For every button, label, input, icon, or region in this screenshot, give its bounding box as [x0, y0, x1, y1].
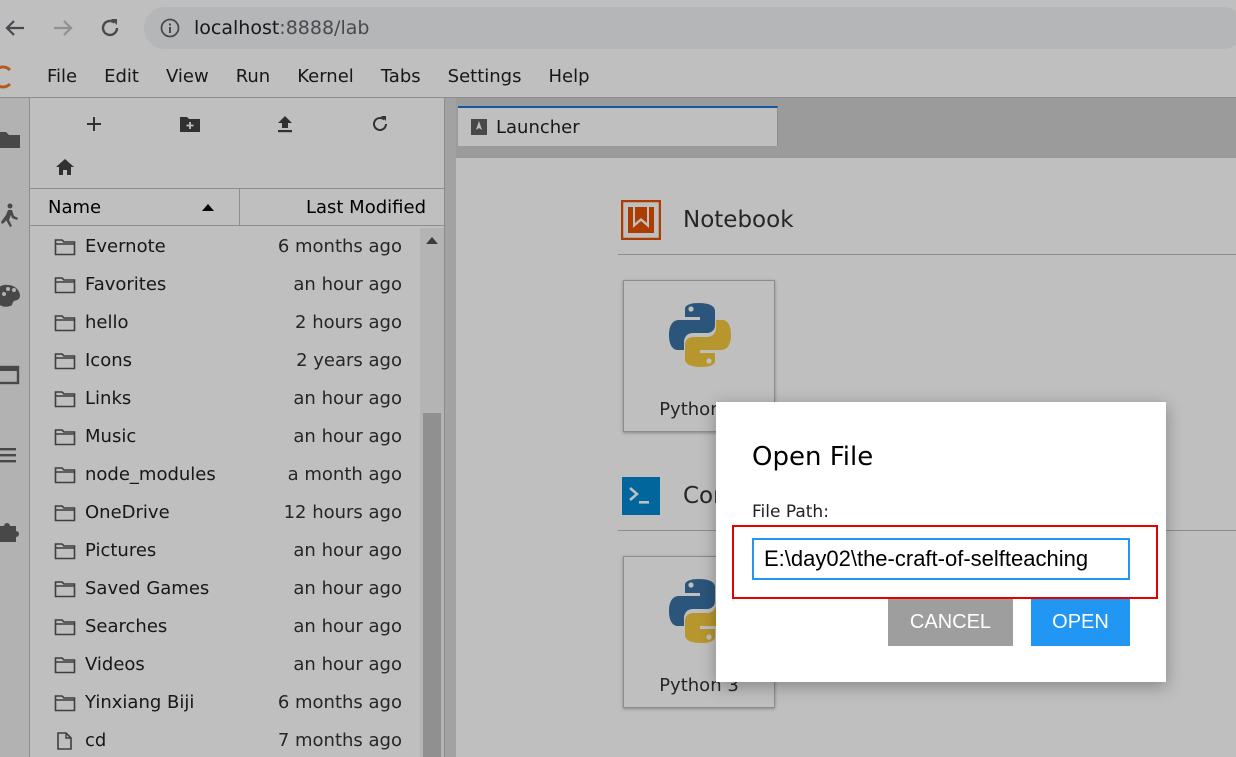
open-button[interactable]: OPEN [1031, 599, 1130, 646]
file-path-label: File Path: [752, 502, 829, 522]
open-file-dialog: Open File File Path: CANCEL OPEN [716, 402, 1166, 682]
file-path-input[interactable] [752, 538, 1130, 580]
cancel-button[interactable]: CANCEL [888, 599, 1013, 646]
dialog-title: Open File [752, 442, 874, 472]
